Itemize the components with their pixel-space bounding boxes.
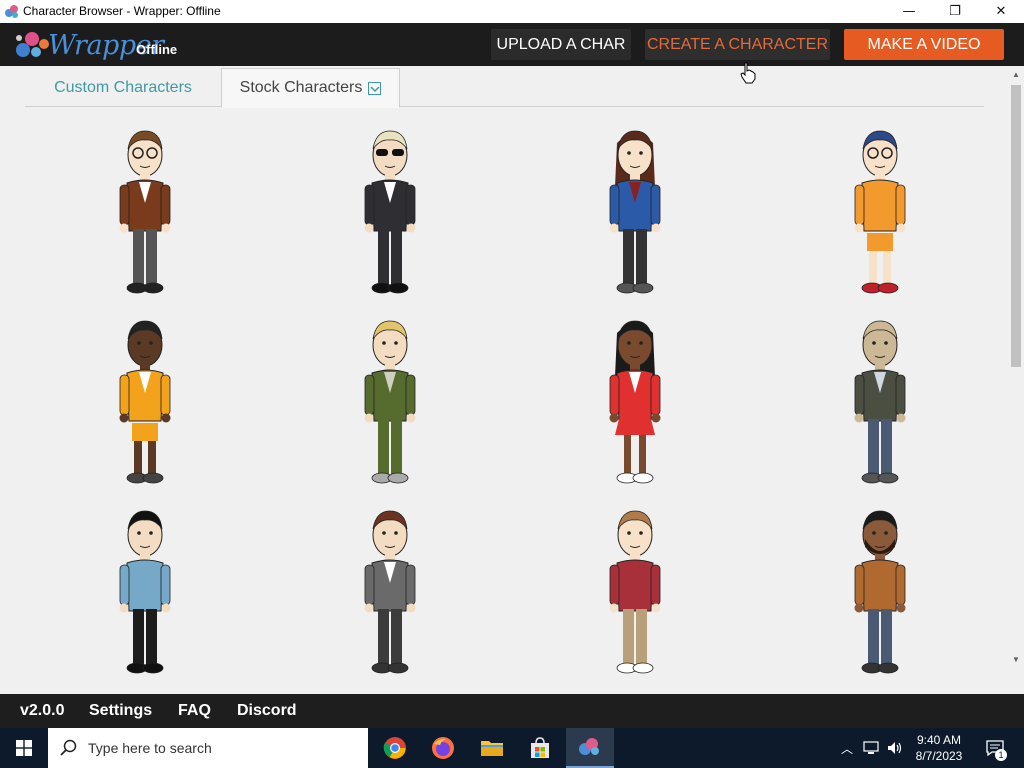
character-figure (119, 320, 171, 484)
notification-center-button[interactable]: 1 (980, 728, 1010, 768)
character-figure (609, 510, 661, 674)
folder-icon (481, 741, 503, 756)
speaker-icon (888, 742, 902, 754)
create-character-button[interactable]: CREATE A CHARACTER (645, 29, 830, 60)
close-icon: ✕ (995, 4, 1007, 19)
restore-icon: ❐ (949, 4, 961, 19)
taskbar-clock[interactable]: 9:40 AM 8/7/2023 (905, 732, 973, 764)
character-figure (609, 130, 661, 294)
tab-custom-characters[interactable]: Custom Characters (25, 68, 221, 107)
faq-link[interactable]: FAQ (178, 702, 211, 720)
file-explorer-taskbar-button[interactable] (468, 728, 516, 768)
character-grid (10, 115, 1006, 685)
character-figure (364, 320, 416, 484)
character-card-disheveled-man[interactable] (330, 505, 450, 680)
windows-logo-icon (16, 740, 32, 756)
dropdown-check-icon[interactable] (368, 81, 382, 95)
character-figure (119, 130, 171, 294)
store-taskbar-button[interactable] (516, 728, 564, 768)
vertical-scrollbar[interactable]: ▲ ▼ (1008, 66, 1024, 668)
wrapper-bubbles-icon (579, 738, 599, 755)
scroll-down-arrow-icon[interactable]: ▼ (1008, 651, 1024, 668)
character-card-agent-black-suit[interactable] (330, 125, 450, 300)
firefox-icon (432, 737, 454, 759)
window-title: Character Browser - Wrapper: Offline (23, 4, 221, 18)
character-figure (609, 320, 661, 484)
character-card-bearded-overalls[interactable] (820, 505, 940, 680)
character-figure (854, 510, 906, 674)
character-card-zombie[interactable] (820, 315, 940, 490)
character-tabs: Custom Characters Stock Characters (25, 68, 984, 108)
character-card-basketball-yellow[interactable] (85, 315, 205, 490)
search-placeholder: Type here to search (88, 740, 212, 756)
character-card-soldier-camo[interactable] (330, 315, 450, 490)
character-card-woman-blue-jacket[interactable] (575, 125, 695, 300)
tab-stock-characters[interactable]: Stock Characters (221, 68, 400, 108)
minimize-icon: — (902, 4, 916, 19)
notification-count-badge: 1 (995, 749, 1007, 761)
tab-label: Stock Characters (239, 79, 363, 96)
volume-tray-button[interactable] (884, 728, 906, 768)
chrome-icon (383, 737, 406, 759)
wrapper-taskbar-button[interactable] (566, 728, 614, 768)
minimize-button[interactable]: — (886, 0, 932, 23)
make-video-button[interactable]: MAKE A VIDEO (844, 29, 1004, 60)
restore-button[interactable]: ❐ (932, 0, 978, 23)
windows-taskbar: Type here to search ︿ 9:40 AM 8/7/2023 1 (0, 728, 1024, 768)
character-card-cheerleader[interactable] (575, 315, 695, 490)
clock-date: 8/7/2023 (915, 749, 963, 763)
character-figure (364, 510, 416, 674)
tray-expand-button[interactable]: ︿ (838, 728, 856, 768)
character-card-spock-like[interactable] (85, 505, 205, 680)
wrapper-logo[interactable]: Wrapper Offline (14, 28, 184, 62)
character-card-basketball-headband[interactable] (820, 125, 940, 300)
taskbar-search-box[interactable]: Type here to search (48, 728, 368, 768)
settings-link[interactable]: Settings (89, 702, 152, 720)
character-card-nerd-brown-jacket[interactable] (85, 125, 205, 300)
chevron-up-icon: ︿ (840, 741, 853, 756)
start-button[interactable] (0, 728, 48, 768)
tab-label: Custom Characters (54, 78, 192, 96)
wrapper-app-icon (5, 5, 18, 18)
discord-link[interactable]: Discord (237, 702, 297, 720)
upload-char-button[interactable]: UPLOAD A CHAR (491, 29, 631, 60)
clock-time: 9:40 AM (916, 733, 962, 747)
character-figure (364, 130, 416, 294)
network-icon (863, 741, 879, 754)
store-bag-icon (531, 737, 549, 758)
window-titlebar: Character Browser - Wrapper: Offline — ❐… (0, 0, 1024, 23)
character-card-man-red-hoodie[interactable] (575, 505, 695, 680)
app-header: Wrapper Offline UPLOAD A CHAR CREATE A C… (0, 23, 1024, 84)
logo-offline-label: Offline (136, 42, 178, 57)
scroll-up-arrow-icon[interactable]: ▲ (1008, 66, 1024, 83)
character-figure (119, 510, 171, 674)
character-figure (854, 320, 906, 484)
chrome-taskbar-button[interactable] (371, 728, 419, 768)
scroll-thumb[interactable] (1011, 85, 1021, 367)
network-tray-button[interactable] (860, 728, 882, 768)
close-button[interactable]: ✕ (978, 0, 1024, 23)
app-footer: v2.0.0 Settings FAQ Discord (0, 694, 1024, 728)
version-label: v2.0.0 (20, 702, 65, 719)
search-icon (60, 739, 77, 756)
character-figure (854, 130, 906, 294)
firefox-taskbar-button[interactable] (419, 728, 467, 768)
